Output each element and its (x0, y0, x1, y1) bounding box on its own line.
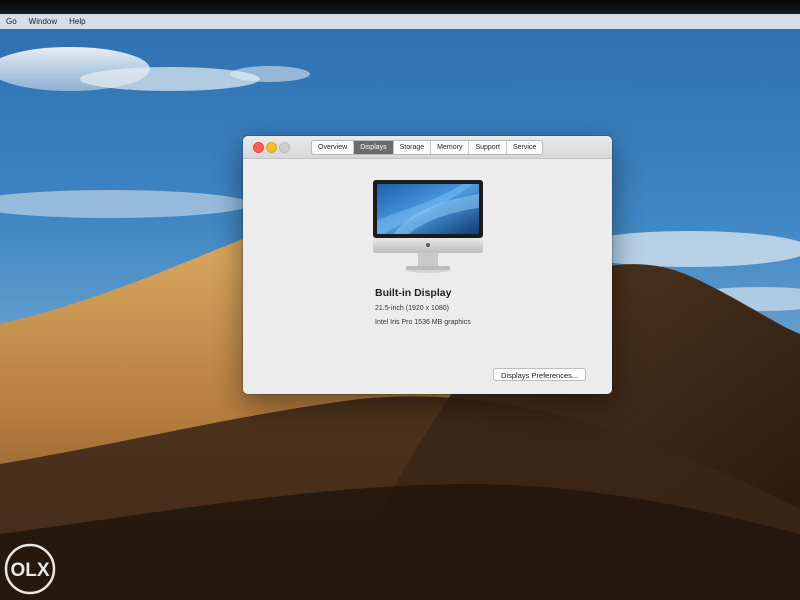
imac-icon (373, 180, 483, 273)
close-window-button[interactable] (253, 142, 264, 153)
tab-service[interactable]: Service (507, 141, 542, 154)
about-this-mac-window: Overview Displays Storage Memory Support… (243, 136, 612, 394)
desktop-screen: Go Window Help Overview Displays Storage… (0, 0, 800, 600)
menu-bar: Go Window Help (0, 14, 800, 29)
tab-support[interactable]: Support (469, 141, 507, 154)
about-tabs: Overview Displays Storage Memory Support… (311, 140, 544, 155)
zoom-window-button[interactable] (279, 142, 290, 153)
menu-go[interactable]: Go (0, 14, 23, 29)
tab-overview[interactable]: Overview (312, 141, 355, 154)
tab-displays[interactable]: Displays (354, 141, 394, 154)
olx-logo: OLX (4, 543, 56, 595)
display-resolution: 21.5-inch (1920 x 1080) (375, 305, 449, 312)
tab-storage[interactable]: Storage (394, 141, 432, 154)
menu-window[interactable]: Window (23, 14, 63, 29)
monitor-bezel (0, 0, 800, 14)
displays-panel: Built-in Display 21.5-inch (1920 x 1080)… (243, 159, 612, 394)
display-name: Built-in Display (375, 287, 452, 299)
minimize-window-button[interactable] (266, 142, 277, 153)
window-titlebar[interactable]: Overview Displays Storage Memory Support… (243, 136, 612, 159)
display-graphics: Intel Iris Pro 1536 MB graphics (375, 319, 471, 326)
tab-memory[interactable]: Memory (431, 141, 470, 154)
watermark-text: OLX (10, 560, 49, 581)
menu-help[interactable]: Help (63, 14, 91, 29)
displays-preferences-button[interactable]: Displays Preferences... (493, 368, 587, 381)
